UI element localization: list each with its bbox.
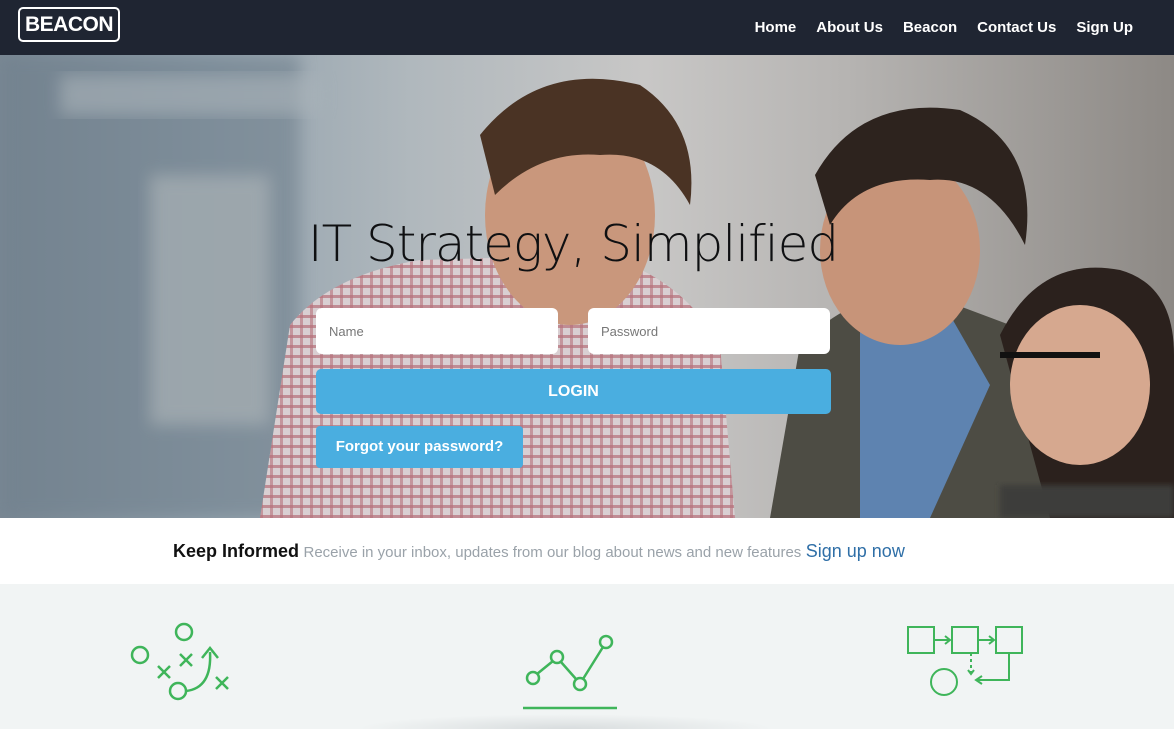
logo[interactable]: BEACON xyxy=(18,7,120,42)
features-section xyxy=(0,584,1174,729)
hero-section: IT Strategy, Simplified LOGIN Forgot you… xyxy=(0,55,1174,518)
newsletter-signup-link[interactable]: Sign up now xyxy=(806,541,905,561)
newsletter-text: Receive in your inbox, updates from our … xyxy=(303,544,802,561)
nav-sign-up[interactable]: Sign Up xyxy=(1076,19,1133,36)
nav-beacon[interactable]: Beacon xyxy=(903,19,957,36)
password-input[interactable] xyxy=(588,308,830,354)
navbar: BEACON Home About Us Beacon Contact Us S… xyxy=(0,0,1174,55)
forgot-password-button[interactable]: Forgot your password? xyxy=(316,426,523,468)
newsletter-row: Keep Informed Receive in your inbox, upd… xyxy=(173,541,905,562)
strategy-play-icon xyxy=(130,622,229,701)
process-flow-icon xyxy=(907,626,1023,696)
main-nav: Home About Us Beacon Contact Us Sign Up xyxy=(735,19,1133,36)
card-shadow xyxy=(355,714,775,729)
line-chart-icon xyxy=(523,634,617,710)
hero-title: IT Strategy, Simplified xyxy=(307,215,839,273)
nav-contact-us[interactable]: Contact Us xyxy=(977,19,1056,36)
newsletter-title: Keep Informed xyxy=(173,541,300,561)
nav-about-us[interactable]: About Us xyxy=(816,19,883,36)
login-button[interactable]: LOGIN xyxy=(316,369,831,414)
name-input[interactable] xyxy=(316,308,558,354)
nav-home[interactable]: Home xyxy=(755,19,797,36)
newsletter-banner: Keep Informed Receive in your inbox, upd… xyxy=(0,518,1174,584)
hero-background-photo xyxy=(0,55,1174,518)
